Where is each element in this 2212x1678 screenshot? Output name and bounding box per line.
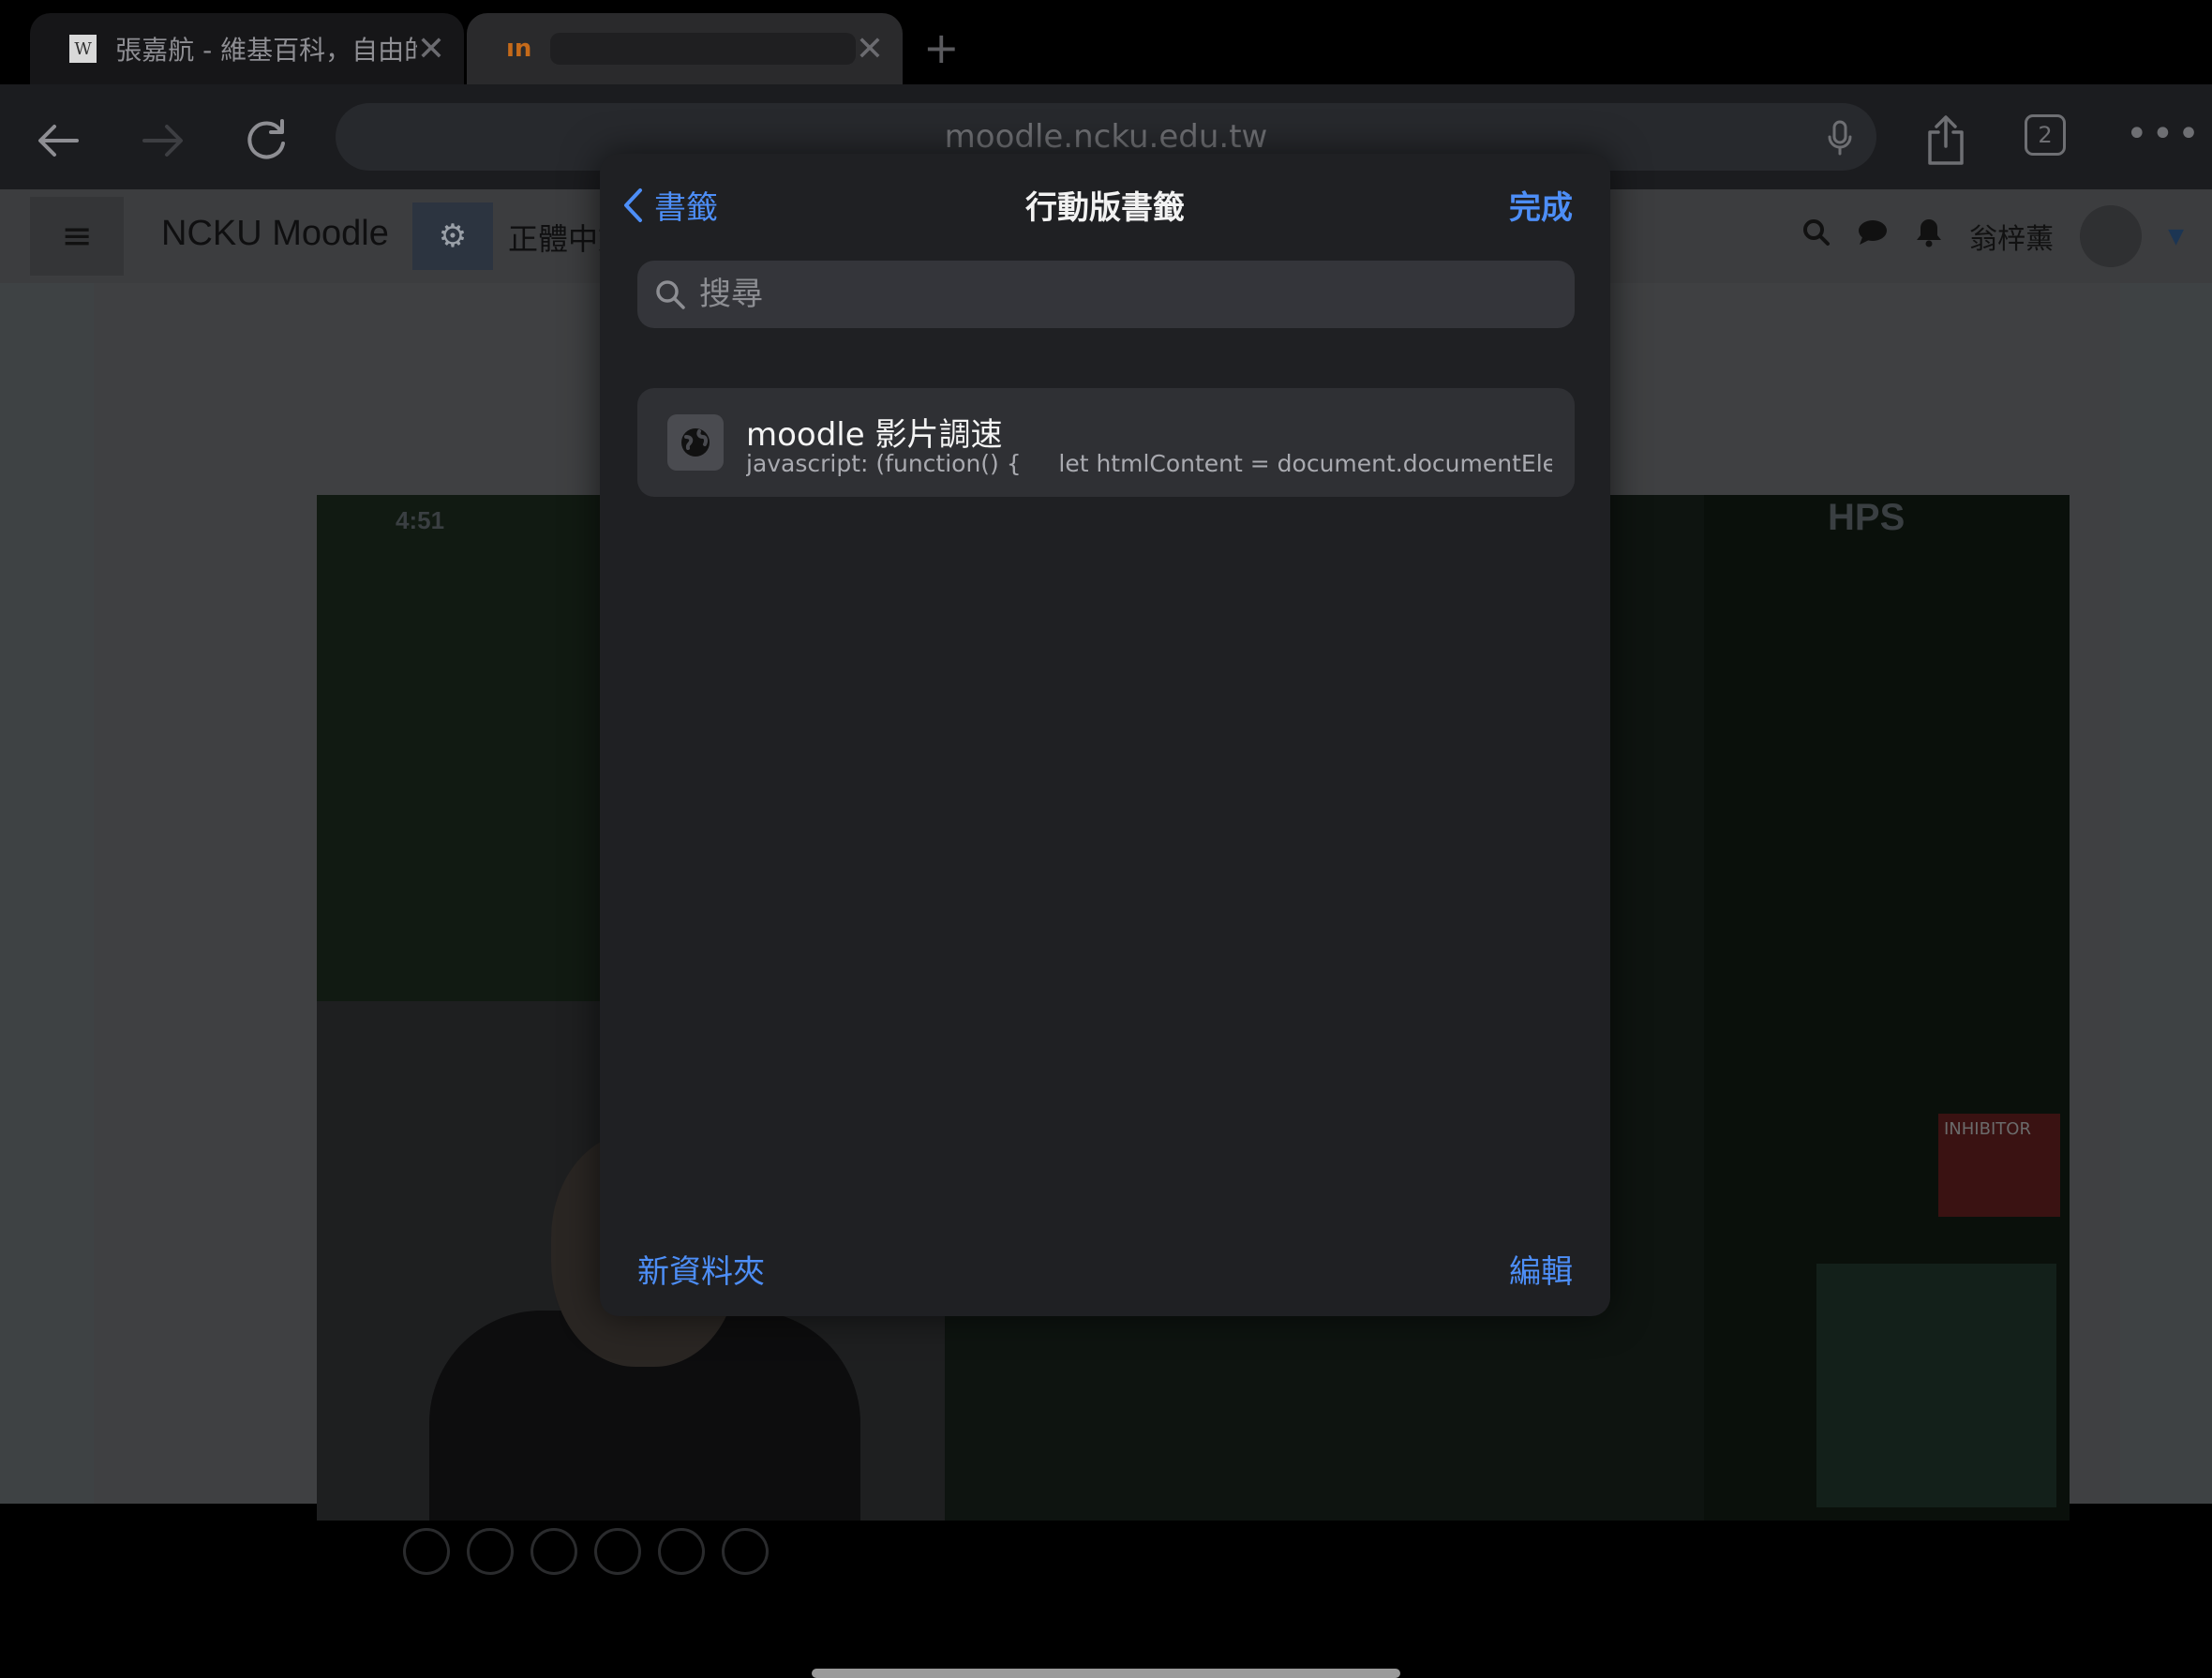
new-folder-button[interactable]: 新資料夾 (637, 1246, 765, 1292)
new-tab-plus-icon[interactable]: + (923, 24, 960, 71)
more-icon[interactable] (722, 1528, 769, 1575)
bookmark-item[interactable]: moodle 影片調速 javascript: (function() { le… (637, 388, 1575, 497)
moodle-favicon-icon: ın (506, 35, 532, 63)
site-brand[interactable]: NCKU Moodle (161, 214, 389, 254)
close-tab-icon[interactable]: ✕ (417, 30, 445, 68)
browser-tab-wikipedia[interactable]: W 張嘉航 - 維基百科，自由的 ✕ (30, 13, 464, 84)
gears-icon[interactable]: ⚙ (412, 202, 493, 270)
bookmark-url: javascript: (function() { let htmlConten… (746, 450, 1552, 477)
user-menu-caret-icon[interactable]: ▼ (2168, 225, 2184, 248)
home-indicator[interactable] (812, 1669, 1400, 1678)
play-icon[interactable] (467, 1528, 514, 1575)
address-url: moodle.ncku.edu.tw (944, 118, 1268, 156)
browser-tab-moodle[interactable]: ın ✕ (467, 13, 903, 84)
video-team-name: HPS (1828, 497, 1906, 538)
bookmarks-sheet: 書籤 行動版書籤 完成 moodle 影片調速 javascript: (fun… (600, 154, 1610, 1316)
edit-button[interactable]: 編輯 (1509, 1246, 1573, 1292)
microphone-icon[interactable] (1828, 120, 1852, 159)
tab-strip: W 張嘉航 - 維基百科，自由的 ✕ ın ✕ + (0, 0, 2212, 84)
messages-icon[interactable] (1857, 218, 1889, 254)
inhibitor-panel: INHIBITOR (1938, 1114, 2060, 1217)
done-button[interactable]: 完成 (1509, 182, 1573, 228)
search-icon[interactable] (1802, 218, 1831, 254)
pen-icon[interactable] (531, 1528, 577, 1575)
tab-overview-button[interactable]: 2 (2025, 114, 2066, 156)
sheet-title: 行動版書籤 (1025, 189, 1185, 227)
copy-icon[interactable] (594, 1528, 641, 1575)
tab-title-obscured (550, 33, 856, 65)
back-arrow-icon[interactable] (30, 112, 86, 169)
previous-icon[interactable] (403, 1528, 450, 1575)
avatar[interactable] (2080, 205, 2143, 267)
wikipedia-favicon-icon: W (69, 35, 97, 63)
zoom-icon[interactable] (658, 1528, 705, 1575)
user-name[interactable]: 翁梓薰 (1969, 216, 2054, 257)
globe-icon (667, 414, 724, 471)
video-game-timer: 4:51 (396, 506, 445, 534)
search-icon (656, 280, 685, 309)
search-input[interactable] (697, 275, 1545, 314)
bookmark-search-field[interactable] (637, 261, 1575, 328)
share-icon[interactable] (1918, 112, 1974, 169)
user-area: 翁梓薰 ▼ (1802, 204, 2184, 268)
reload-icon[interactable] (238, 112, 294, 169)
forward-arrow-icon[interactable] (135, 112, 191, 169)
minimap (1816, 1264, 2056, 1507)
tab-title: 張嘉航 - 維基百科，自由的 (115, 35, 417, 66)
bookmark-name: moodle 影片調速 (746, 416, 1003, 454)
notification-bell-icon[interactable] (1915, 217, 1943, 255)
hamburger-menu-icon[interactable]: ≡ (30, 197, 124, 276)
more-options-icon[interactable]: ••• (2126, 115, 2204, 153)
video-controls (403, 1528, 769, 1575)
close-tab-icon[interactable]: ✕ (856, 30, 884, 68)
